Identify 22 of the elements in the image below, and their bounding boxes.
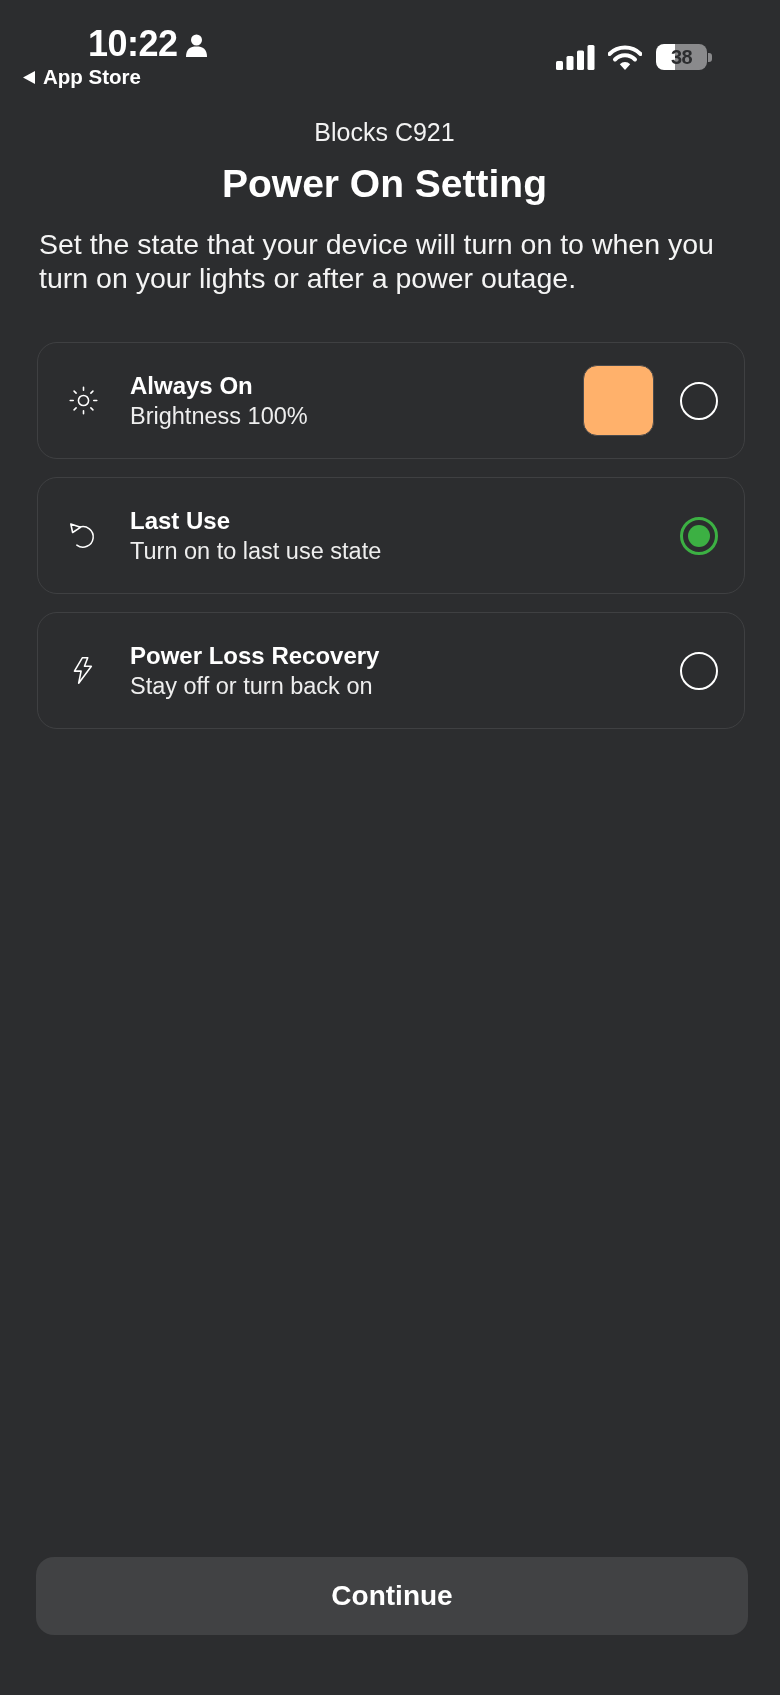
continue-button[interactable]: Continue: [36, 1557, 748, 1635]
option-title: Always On: [130, 370, 254, 401]
back-link[interactable]: App Store: [23, 66, 141, 88]
option-subtitle: Stay off or turn back on: [130, 671, 374, 701]
status-time: 10:22: [88, 27, 178, 61]
option-card[interactable]: Power Loss Recovery Stay off or turn back on: [37, 612, 745, 729]
option-title: Power Loss Recovery: [130, 640, 381, 671]
color-swatch[interactable]: [583, 365, 654, 436]
page-title: Power On Setting: [222, 161, 547, 207]
wifi-icon: [608, 44, 642, 70]
option-card[interactable]: Always On Brightness 100%: [37, 342, 745, 459]
device-name: Blocks C921: [314, 117, 455, 147]
description-text: Set the state that your device will turn on to when you turn on your lights or after a power outage.: [39, 227, 715, 295]
back-arrow-icon: [23, 70, 35, 84]
option-card[interactable]: Last Use Turn on to last use state: [37, 477, 745, 594]
radio-button[interactable]: [680, 516, 718, 555]
option-title: Last Use: [130, 505, 232, 536]
option-subtitle: Brightness 100%: [130, 401, 309, 431]
option-subtitle: Turn on to last use state: [130, 536, 383, 566]
person-icon: [185, 33, 207, 57]
sun-icon: [69, 386, 98, 415]
signal-icon: [556, 44, 595, 70]
